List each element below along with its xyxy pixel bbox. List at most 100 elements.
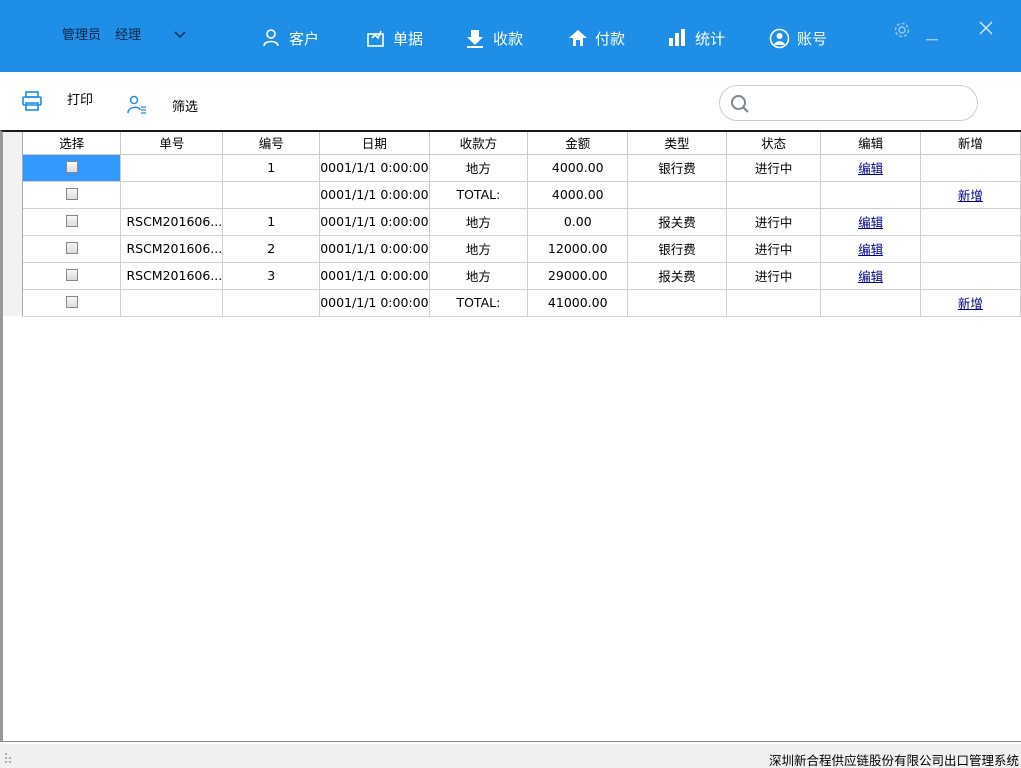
nav-receipts-label: 收款 — [493, 29, 524, 48]
document-icon — [367, 30, 384, 47]
number-cell — [222, 289, 321, 317]
status-cell: 进行中 — [726, 154, 822, 182]
edit-link[interactable]: 编辑 — [858, 215, 883, 230]
upload-house-icon — [569, 30, 587, 46]
nav-payments[interactable]: 付款 — [568, 26, 625, 50]
settings-gear-icon[interactable] — [893, 21, 911, 43]
table-row[interactable]: RSCM201606... 2 0001/1/1 0:00:00 地方 1200… — [23, 235, 1021, 263]
print-button[interactable]: 打印 — [22, 91, 93, 111]
amount-cell: 41000.00 — [527, 289, 629, 317]
amount-cell: 29000.00 — [527, 262, 629, 290]
col-header-select[interactable]: 选择 — [23, 132, 122, 155]
row-checkbox[interactable] — [65, 215, 78, 227]
nav-customers-label: 客户 — [289, 29, 320, 48]
add-cell — [920, 262, 1021, 290]
user-info: 管理员 经理 — [62, 24, 151, 43]
nav-customers[interactable]: 客户 — [262, 26, 319, 50]
add-cell — [920, 235, 1021, 263]
status-cell — [726, 181, 822, 209]
nav-statistics[interactable]: 统计 — [668, 26, 725, 50]
date-cell: 0001/1/1 0:00:00 — [319, 208, 430, 236]
date-cell: 0001/1/1 0:00:00 — [319, 154, 430, 182]
col-header-edit[interactable]: 编辑 — [820, 132, 921, 155]
table-row[interactable]: RSCM201606... 1 0001/1/1 0:00:00 地方 0.00… — [23, 208, 1021, 236]
row-checkbox[interactable] — [65, 188, 78, 200]
select-cell[interactable] — [23, 262, 122, 290]
row-checkbox[interactable] — [65, 296, 78, 308]
col-header-date[interactable]: 日期 — [319, 132, 430, 155]
nav-account[interactable]: 账号 — [769, 26, 827, 50]
account-user-icon — [769, 28, 790, 48]
table-row[interactable]: 0001/1/1 0:00:00 TOTAL: 41000.00 新增 — [23, 289, 1021, 317]
order-no-cell — [120, 154, 224, 182]
type-cell: 报关费 — [627, 262, 727, 290]
edit-link[interactable]: 编辑 — [858, 269, 883, 284]
number-cell: 2 — [222, 235, 321, 263]
select-cell[interactable] — [23, 235, 122, 263]
status-cell: 进行中 — [726, 235, 822, 263]
row-header-column — [3, 132, 23, 316]
row-checkbox[interactable] — [65, 269, 78, 281]
col-header-type[interactable]: 类型 — [627, 132, 727, 155]
number-cell: 1 — [222, 208, 321, 236]
type-cell: 银行费 — [627, 154, 727, 182]
payee-cell: 地方 — [429, 154, 529, 182]
type-cell: 报关费 — [627, 208, 727, 236]
resize-grip-icon[interactable] — [4, 752, 14, 764]
close-icon[interactable] — [979, 21, 993, 39]
col-header-order-no[interactable]: 单号 — [120, 132, 224, 155]
table-row[interactable]: 1 0001/1/1 0:00:00 地方 4000.00 银行费 进行中 编辑 — [23, 154, 1021, 182]
search-input[interactable] — [756, 92, 966, 114]
order-no-cell: RSCM201606... — [120, 262, 224, 290]
nav-documents[interactable]: 单据 — [366, 26, 423, 50]
add-cell: 新增 — [920, 181, 1021, 209]
print-label: 打印 — [67, 92, 94, 108]
top-header: 管理员 经理 客户 单据 收款 付款 统计 账号 — [0, 0, 1021, 72]
select-cell[interactable] — [23, 289, 122, 317]
select-cell[interactable] — [23, 208, 122, 236]
col-header-amount[interactable]: 金额 — [527, 132, 629, 155]
user-name: 经理 — [115, 28, 142, 43]
row-checkbox[interactable] — [65, 242, 78, 254]
amount-cell: 4000.00 — [527, 154, 629, 182]
date-cell: 0001/1/1 0:00:00 — [319, 262, 430, 290]
payee-cell: TOTAL: — [429, 289, 529, 317]
payee-cell: TOTAL: — [429, 181, 529, 209]
search-box[interactable] — [719, 85, 978, 121]
select-cell[interactable] — [23, 181, 122, 209]
amount-cell: 0.00 — [527, 208, 629, 236]
status-company-text: 深圳新合程供应链股份有限公司出口管理系统 — [768, 753, 1019, 768]
col-header-payee[interactable]: 收款方 — [429, 132, 529, 155]
row-checkbox[interactable] — [65, 161, 78, 173]
payee-cell: 地方 — [429, 262, 529, 290]
amount-cell: 12000.00 — [527, 235, 629, 263]
edit-cell: 编辑 — [820, 262, 921, 290]
download-arrow-icon — [467, 30, 483, 48]
nav-statistics-label: 统计 — [695, 29, 726, 48]
payee-cell: 地方 — [429, 235, 529, 263]
filter-button[interactable]: 筛选 — [127, 94, 198, 115]
printer-icon — [22, 91, 42, 111]
add-cell — [920, 208, 1021, 236]
select-cell[interactable] — [23, 154, 122, 182]
date-cell: 0001/1/1 0:00:00 — [319, 235, 430, 263]
user-dropdown-chevron-down-icon[interactable] — [174, 28, 186, 43]
records-table: 选择 单号 编号 日期 收款方 金额 类型 状态 编辑 新增 1 0001/1/… — [23, 132, 1021, 317]
col-header-add[interactable]: 新增 — [920, 132, 1021, 155]
add-link[interactable]: 新增 — [958, 188, 983, 203]
edit-cell: 编辑 — [820, 208, 921, 236]
add-link[interactable]: 新增 — [958, 296, 983, 311]
edit-cell: 编辑 — [820, 154, 921, 182]
col-header-status[interactable]: 状态 — [726, 132, 822, 155]
nav-receipts[interactable]: 收款 — [466, 26, 523, 50]
col-header-number[interactable]: 编号 — [222, 132, 321, 155]
search-icon — [731, 95, 749, 113]
table-row[interactable]: RSCM201606... 3 0001/1/1 0:00:00 地方 2900… — [23, 262, 1021, 290]
minimize-icon[interactable] — [926, 30, 938, 45]
edit-link[interactable]: 编辑 — [858, 242, 883, 257]
edit-link[interactable]: 编辑 — [858, 161, 883, 176]
type-cell: 银行费 — [627, 235, 727, 263]
nav-payments-label: 付款 — [595, 29, 626, 48]
table-row[interactable]: 0001/1/1 0:00:00 TOTAL: 4000.00 新增 — [23, 181, 1021, 209]
type-cell — [627, 289, 727, 317]
